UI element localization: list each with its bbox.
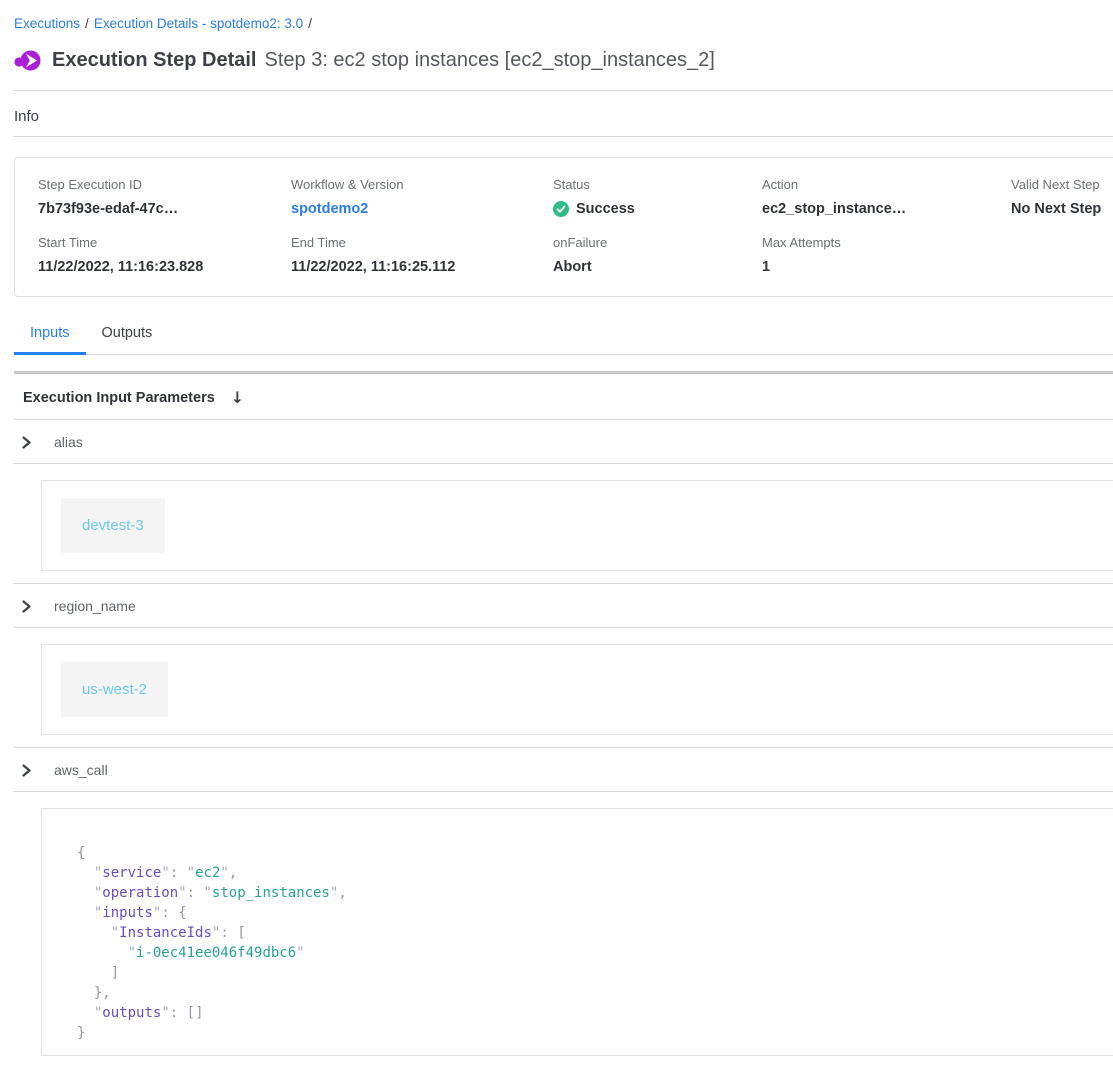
field-label: Action bbox=[762, 177, 1011, 192]
execution-step-detail-page: Executions / Execution Details - spotdemo2… bbox=[0, 0, 1113, 1056]
field-action: Action ec2_stop_instance… bbox=[762, 177, 1011, 217]
field-end-time: End Time 11/22/2022, 11:16:25.112 bbox=[291, 235, 553, 275]
section-header-alias[interactable]: alias bbox=[14, 420, 1113, 464]
inputs-outputs-tabs: Inputs Outputs bbox=[14, 319, 1113, 355]
field-label: Step Execution ID bbox=[38, 177, 291, 192]
field-label: Valid Next Step bbox=[1011, 177, 1113, 192]
field-value: 7b73f93e-edaf-47c… bbox=[38, 201, 291, 217]
chevron-right-icon bbox=[20, 436, 33, 449]
arrow-down-icon[interactable]: ↓ bbox=[231, 388, 244, 407]
field-step-execution-id: Step Execution ID 7b73f93e-edaf-47c… bbox=[38, 177, 291, 217]
field-label: Workflow & Version bbox=[291, 177, 553, 192]
field-label: Start Time bbox=[38, 235, 291, 250]
chevron-right-icon bbox=[20, 600, 33, 613]
section-header-region-name[interactable]: region_name bbox=[14, 584, 1113, 628]
field-value: 11/22/2022, 11:16:25.112 bbox=[291, 259, 553, 275]
region-name-value-panel: us-west-2 bbox=[41, 644, 1113, 735]
info-heading: Info bbox=[14, 108, 1113, 137]
field-start-time: Start Time 11/22/2022, 11:16:23.828 bbox=[38, 235, 291, 275]
field-workflow-version: Workflow & Version spotdemo2 bbox=[291, 177, 553, 217]
parameters-title: Execution Input Parameters bbox=[23, 390, 215, 406]
chevron-right-icon bbox=[20, 764, 33, 777]
workflow-link[interactable]: spotdemo2 bbox=[291, 201, 368, 217]
page-title: Execution Step Detail bbox=[52, 49, 257, 72]
section-header-aws-call[interactable]: aws_call bbox=[14, 748, 1113, 792]
app-logo-icon bbox=[14, 47, 41, 74]
field-valid-next-step: Valid Next Step No Next Step bbox=[1011, 177, 1113, 217]
field-status: Status Success bbox=[553, 177, 762, 217]
breadcrumb-separator: / bbox=[308, 16, 312, 31]
json-code-block: { "service": "ec2", "operation": "stop_i… bbox=[77, 843, 1113, 1043]
status-text: Success bbox=[576, 201, 635, 217]
field-label: onFailure bbox=[553, 235, 762, 250]
execution-input-parameters-header: Execution Input Parameters ↓ bbox=[14, 374, 1113, 420]
aws-call-code-panel: { "service": "ec2", "operation": "stop_i… bbox=[41, 808, 1113, 1056]
field-max-attempts: Max Attempts 1 bbox=[762, 235, 1011, 275]
alias-value-panel: devtest-3 bbox=[41, 480, 1113, 571]
alias-value-chip: devtest-3 bbox=[61, 498, 165, 553]
field-value: No Next Step bbox=[1011, 201, 1113, 217]
page-subtitle: Step 3: ec2 stop instances [ec2_stop_ins… bbox=[265, 49, 715, 72]
field-value: Abort bbox=[553, 259, 762, 275]
page-title-row: Execution Step Detail Step 3: ec2 stop i… bbox=[14, 47, 1113, 74]
breadcrumb-link-execution-details[interactable]: Execution Details - spotdemo2: 3.0 bbox=[94, 16, 303, 31]
region-name-value-chip: us-west-2 bbox=[61, 662, 168, 717]
section-label: aws_call bbox=[54, 762, 108, 778]
success-check-icon bbox=[553, 201, 569, 217]
field-label: Max Attempts bbox=[762, 235, 1011, 250]
tab-inputs[interactable]: Inputs bbox=[14, 319, 86, 355]
breadcrumb-link-executions[interactable]: Executions bbox=[14, 16, 80, 31]
title-divider bbox=[14, 90, 1113, 91]
field-value: ec2_stop_instance… bbox=[762, 201, 1011, 217]
breadcrumb: Executions / Execution Details - spotdemo2… bbox=[14, 16, 1113, 32]
breadcrumb-separator: / bbox=[85, 16, 89, 31]
step-info-card: Step Execution ID 7b73f93e-edaf-47c… Wor… bbox=[14, 157, 1113, 297]
section-label: region_name bbox=[54, 598, 136, 614]
field-label: End Time bbox=[291, 235, 553, 250]
tab-outputs[interactable]: Outputs bbox=[86, 319, 169, 355]
field-label: Status bbox=[553, 177, 762, 192]
field-value: 11/22/2022, 11:16:23.828 bbox=[38, 259, 291, 275]
section-label: alias bbox=[54, 434, 83, 450]
field-onfailure: onFailure Abort bbox=[553, 235, 762, 275]
field-value: 1 bbox=[762, 259, 1011, 275]
